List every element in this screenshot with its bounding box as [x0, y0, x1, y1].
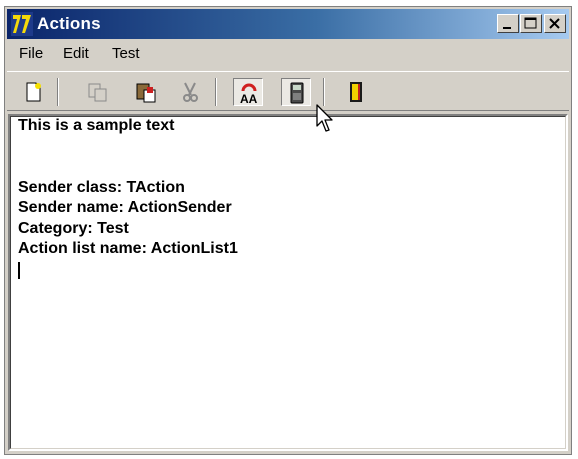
- cut-icon: [183, 82, 198, 102]
- menu-bar: File Edit Test: [7, 41, 569, 67]
- new-file-icon: [26, 82, 41, 102]
- paste-icon: [136, 83, 156, 103]
- memo-frame: [10, 116, 566, 449]
- actions-window: Actions File Edit Test AA This is a samp…: [4, 6, 572, 455]
- title-bar[interactable]: Actions: [7, 9, 569, 39]
- copy-button[interactable]: [83, 78, 113, 106]
- new-button[interactable]: [19, 78, 49, 106]
- exit-button[interactable]: [341, 78, 371, 106]
- maximize-icon: [524, 17, 537, 29]
- memo-line: Sender name: ActionSender: [18, 199, 232, 216]
- menu-test[interactable]: Test: [112, 45, 140, 62]
- memo-line: Action list name: ActionList1: [18, 240, 238, 257]
- close-button[interactable]: [544, 14, 566, 33]
- memo-line: This is a sample text: [18, 117, 175, 134]
- font-button[interactable]: AA: [233, 78, 263, 106]
- toolbar-separator: [57, 78, 59, 106]
- minimize-icon: [503, 27, 511, 29]
- close-icon: [549, 18, 560, 29]
- menu-file[interactable]: File: [19, 45, 43, 62]
- toolbar: AA: [7, 71, 569, 111]
- app-icon: [11, 12, 33, 36]
- copy-icon: [88, 83, 107, 102]
- calculator-icon: [290, 82, 304, 104]
- toolbar-separator: [215, 78, 217, 106]
- calculator-button[interactable]: [281, 78, 311, 106]
- svg-text:AA: AA: [240, 92, 258, 104]
- menu-edit[interactable]: Edit: [63, 45, 89, 62]
- maximize-button[interactable]: [520, 14, 542, 33]
- cut-button[interactable]: [175, 78, 205, 106]
- font-icon: AA: [240, 83, 258, 104]
- memo-line: Category: Test: [18, 220, 129, 237]
- minimize-button[interactable]: [497, 14, 519, 33]
- toolbar-separator: [323, 78, 325, 106]
- paste-button[interactable]: [131, 78, 161, 106]
- memo-line: Sender class: TAction: [18, 179, 185, 196]
- window-title: Actions: [37, 14, 101, 33]
- exit-door-icon: [350, 82, 362, 102]
- memo-text-area[interactable]: This is a sample text Sender class: TAct…: [8, 114, 568, 451]
- mouse-cursor-icon: [316, 104, 333, 132]
- text-caret: [18, 262, 20, 279]
